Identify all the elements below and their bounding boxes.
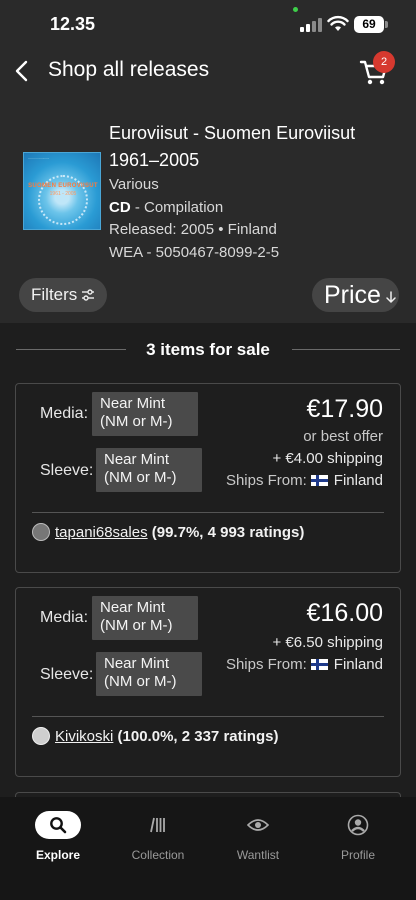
sleeve-label: Sleeve: <box>40 462 94 479</box>
tab-explore-label: Explore <box>35 848 80 862</box>
cover-small-print: ...................... <box>28 156 50 160</box>
listing-divider <box>32 716 384 717</box>
ships-from-label: Ships From: <box>225 472 307 489</box>
battery-tip <box>385 21 388 28</box>
release-date-country: Released: 2005 • Finland <box>109 221 277 238</box>
sliders-icon <box>82 289 95 301</box>
tab-wantlist[interactable]: Wantlist <box>213 810 303 862</box>
seller-name-link[interactable]: tapani68sales <box>55 524 148 541</box>
ships-from-country: Finland <box>333 656 383 673</box>
release-format: CD - Compilation <box>109 197 399 220</box>
sleeve-condition: Near Mint (NM or M-) <box>96 448 202 492</box>
sleeve-condition: Near Mint (NM or M-) <box>96 652 202 696</box>
battery-icon: 69 <box>354 16 384 33</box>
best-offer-text: or best offer <box>303 428 383 445</box>
filters-label: Filters <box>31 285 78 304</box>
eye-icon <box>247 819 269 831</box>
shipping-cost: + €4.00 shipping <box>272 450 383 467</box>
bottom-navigation: Explore Collection Wantlist Profile <box>0 797 416 900</box>
seller-name-link[interactable]: Kivikoski <box>55 728 113 745</box>
release-details: Euroviisut - Suomen Euroviisut 1961–2005… <box>109 120 399 264</box>
cover-title-text: SUOMEN EUROVIISUT <box>28 183 98 189</box>
seller-rating: (100.0%, 2 337 ratings) <box>117 728 279 745</box>
ships-from: Ships From: Finland <box>226 656 383 673</box>
status-time: 12.35 <box>50 14 96 34</box>
arrow-down-icon <box>386 291 396 303</box>
release-format-detail: - Compilation <box>130 198 224 216</box>
listing-price: €17.90 <box>306 395 383 423</box>
media-condition: Near Mint (NM or M-) <box>92 596 198 640</box>
app-header: Shop all releases 2 <box>0 48 416 108</box>
tab-collection[interactable]: Collection <box>113 810 203 862</box>
page-title: Shop all releases <box>48 58 210 81</box>
heading-divider-right <box>292 349 400 350</box>
release-label-catno: WEA - 5050467-8099-2-5 <box>109 243 280 261</box>
sleeve-label: Sleeve: <box>40 666 94 683</box>
cover-years-text: 1961 - 2005 <box>49 191 77 197</box>
ships-from-country: Finland <box>333 472 383 489</box>
seller-info: Kivikoski (100.0%, 2 337 ratings) <box>32 727 278 745</box>
listing-divider <box>32 512 384 513</box>
wifi-icon <box>327 15 349 31</box>
collection-icon <box>150 817 165 833</box>
ships-from-label: Ships From: <box>225 656 307 673</box>
release-format-type: CD <box>109 198 131 216</box>
release-title[interactable]: Euroviisut - Suomen Euroviisut 1961–2005 <box>109 120 399 174</box>
cart-count-badge: 2 <box>373 51 395 73</box>
tab-collection-label: Collection <box>131 848 185 862</box>
seller-rating: (99.7%, 4 993 ratings) <box>151 524 305 541</box>
privacy-indicator-icon <box>293 7 298 12</box>
media-label: Media: <box>40 405 89 422</box>
status-bar: 12.35 69 <box>0 0 416 48</box>
items-for-sale-heading: 3 items for sale <box>16 336 400 364</box>
back-chevron-icon[interactable] <box>12 58 34 84</box>
listing-card[interactable]: Media: Near Mint (NM or M-) Sleeve: Near… <box>15 383 401 573</box>
finland-flag-icon <box>310 475 328 486</box>
release-artist[interactable]: Various <box>109 174 399 197</box>
tab-wantlist-label: Wantlist <box>236 848 280 862</box>
media-condition: Near Mint (NM or M-) <box>92 392 198 436</box>
release-cover-image[interactable]: ...................... SUOMEN EUROVIISUT… <box>23 152 101 230</box>
tab-profile[interactable]: Profile <box>313 810 403 862</box>
media-label: Media: <box>40 609 89 626</box>
shipping-cost: + €6.50 shipping <box>272 634 383 651</box>
listing-card[interactable]: Media: Near Mint (NM or M-) Sleeve: Near… <box>15 587 401 777</box>
seller-avatar[interactable] <box>32 727 50 745</box>
items-for-sale-title: 3 items for sale <box>146 340 270 359</box>
tab-explore[interactable]: Explore <box>13 810 103 862</box>
tab-profile-label: Profile <box>340 848 375 862</box>
listing-price: €16.00 <box>306 599 383 627</box>
price-sort-button[interactable]: Price <box>312 278 399 312</box>
seller-info: tapani68sales (99.7%, 4 993 ratings) <box>32 523 304 541</box>
seller-avatar[interactable] <box>32 523 50 541</box>
ships-from: Ships From: Finland <box>226 472 383 489</box>
release-summary: ...................... SUOMEN EUROVIISUT… <box>0 108 416 323</box>
profile-icon <box>347 814 369 836</box>
search-icon <box>35 811 81 839</box>
finland-flag-icon <box>310 659 328 670</box>
cellular-signal-icon <box>300 18 322 32</box>
filters-button[interactable]: Filters <box>19 278 108 312</box>
price-sort-label: Price <box>324 281 381 309</box>
